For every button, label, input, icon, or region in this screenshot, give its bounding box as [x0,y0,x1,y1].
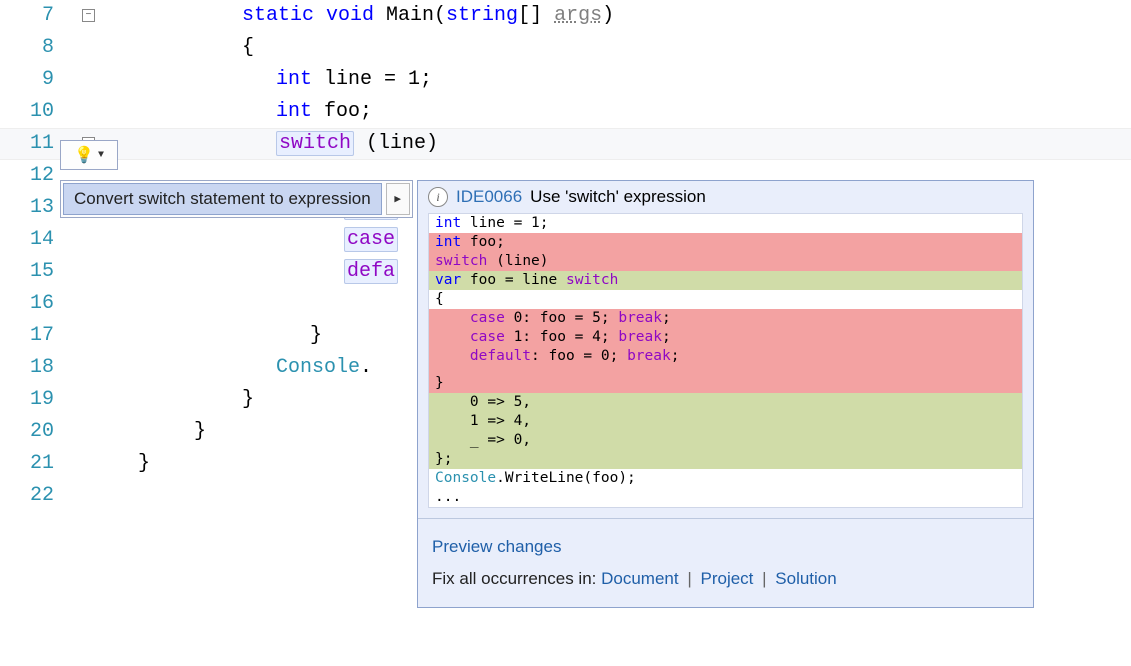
line-number: 21 [0,448,60,480]
fix-solution-link[interactable]: Solution [775,569,836,588]
collapse-toggle-icon[interactable]: − [82,9,95,22]
code-content: static void Main(string[] args) [132,0,614,32]
line-number: 14 [0,224,60,256]
info-icon: i [428,187,448,207]
code-content: } [132,384,254,416]
code-content: int foo; [132,96,372,128]
code-line[interactable]: 9 int line = 1; [0,64,1131,96]
line-number: 16 [0,288,60,320]
line-number: 19 [0,384,60,416]
preview-changes-link[interactable]: Preview changes [432,537,561,556]
line-number: 17 [0,320,60,352]
quick-actions-popup: Convert switch statement to expression ▶ [60,180,413,218]
fix-project-link[interactable]: Project [700,569,753,588]
code-content: { [132,32,254,64]
action-convert-switch[interactable]: Convert switch statement to expression [63,183,382,215]
line-number: 13 [0,192,60,224]
diagnostic-description: Use 'switch' expression [530,187,706,207]
chevron-down-icon: ▼ [98,150,104,161]
line-number: 10 [0,96,60,128]
line-number: 12 [0,160,60,192]
code-content: } [132,320,322,352]
code-content: defa [132,256,398,288]
preview-footer: Preview changes Fix all occurrences in: … [418,518,1033,607]
lightbulb-button[interactable]: 💡 ▼ [60,140,118,170]
code-line[interactable]: 10 int foo; [0,96,1131,128]
code-line-active[interactable]: 11 − switch (line) [0,128,1131,160]
preview-header: i IDE0066 Use 'switch' expression [418,181,1033,213]
code-content: Console. [132,352,372,384]
fix-all-label: Fix all occurrences in: [432,569,601,588]
chevron-right-icon: ▶ [394,192,401,206]
diff-preview: int line = 1; int foo; switch (line) var… [428,213,1023,508]
line-number: 18 [0,352,60,384]
code-fix-preview-panel: i IDE0066 Use 'switch' expression int li… [417,180,1034,608]
code-line[interactable]: 7 − static void Main(string[] args) [0,0,1131,32]
code-content: int line = 1; [132,64,432,96]
lightbulb-icon: 💡 [74,145,94,165]
diagnostic-id: IDE0066 [456,187,522,207]
line-number: 22 [0,480,60,512]
code-content: } [132,416,206,448]
line-number: 9 [0,64,60,96]
line-number: 8 [0,32,60,64]
line-number: 11 [0,128,60,160]
line-number: 15 [0,256,60,288]
line-number: 7 [0,0,60,32]
code-content: case [132,224,398,256]
action-expand-button[interactable]: ▶ [386,183,410,215]
action-label: Convert switch statement to expression [74,189,371,209]
code-content: switch (line) [132,128,438,160]
code-content: } [132,448,150,480]
fix-document-link[interactable]: Document [601,569,678,588]
line-number: 20 [0,416,60,448]
code-line[interactable]: 8 { [0,32,1131,64]
